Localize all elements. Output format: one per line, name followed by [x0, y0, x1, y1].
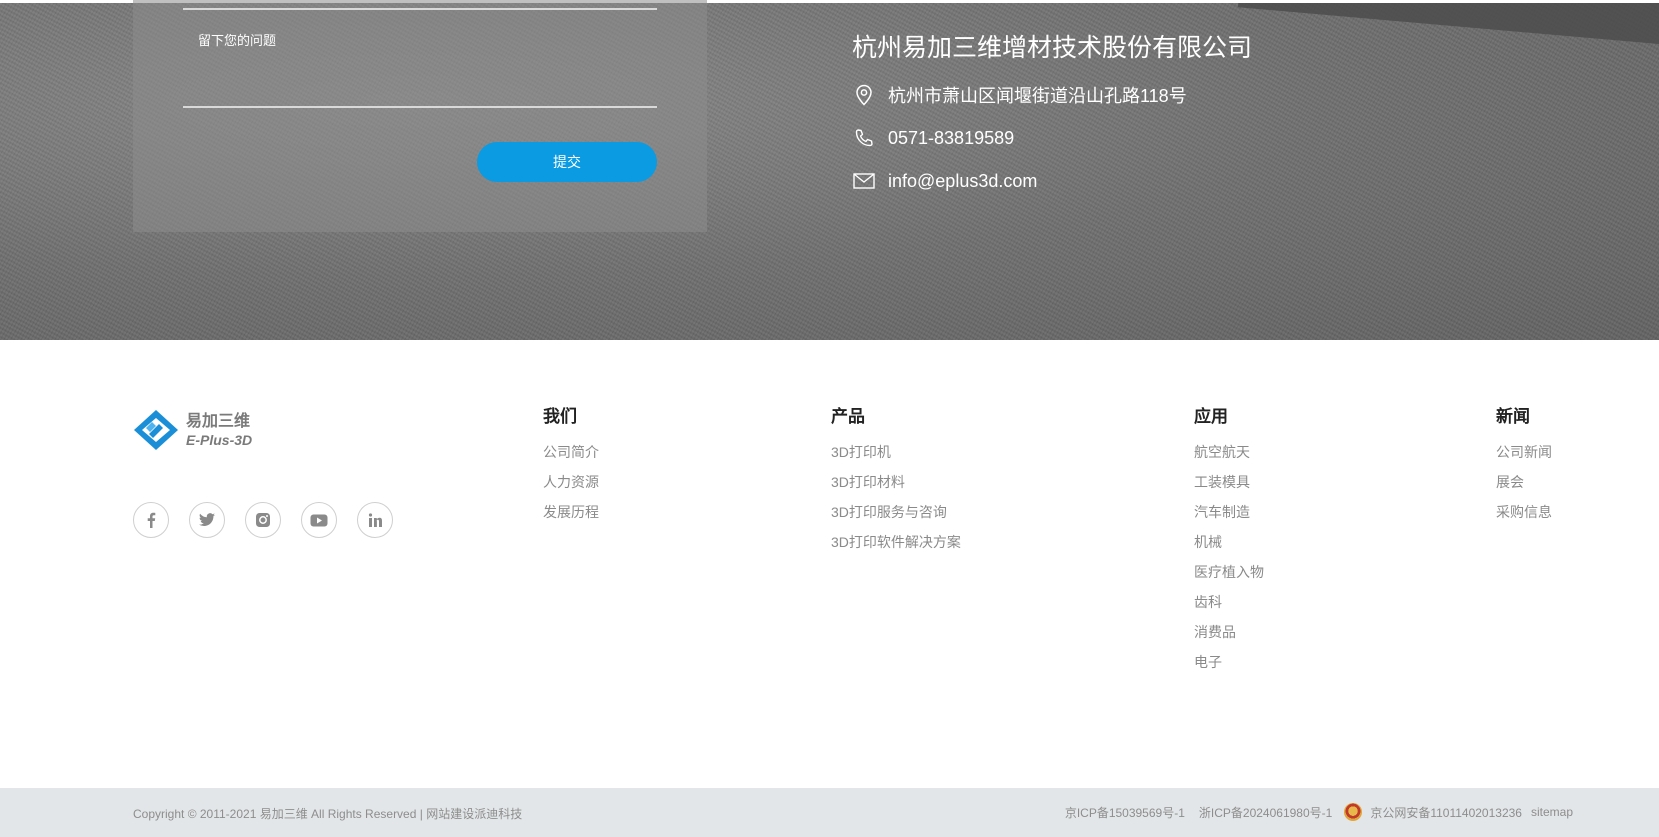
twitter-icon[interactable] [189, 502, 225, 538]
police-badge-icon [1344, 803, 1363, 821]
facebook-icon[interactable] [133, 502, 169, 538]
email-row: info@eplus3d.com [852, 169, 1037, 193]
logo-en: E-Plus-3D [186, 431, 253, 448]
copyright-text: Copyright © 2011-2021 易加三维 All Rights Re… [133, 807, 427, 821]
footer-link[interactable]: 人力资源 [543, 472, 599, 502]
footer-column-we: 我们 公司简介 人力资源 发展历程 [543, 402, 599, 532]
youtube-icon[interactable] [301, 502, 337, 538]
social-links [133, 502, 413, 538]
footer-column-applications: 应用 航空航天 工装模具 汽车制造 机械 医疗植入物 齿科 消费品 电子 [1194, 402, 1264, 682]
footer-column-news: 新闻 公司新闻 展会 采购信息 [1496, 402, 1552, 532]
logo[interactable]: 易加三维 E-Plus-3D [132, 408, 252, 452]
submit-button[interactable]: 提交 [477, 142, 657, 182]
sitemap-link[interactable]: sitemap [1531, 805, 1573, 819]
footer-link[interactable]: 电子 [1194, 652, 1264, 682]
column-title-products: 产品 [831, 407, 865, 426]
contact-section: 留下您的问题 提交 杭州易加三维增材技术股份有限公司 杭州市萧山区闻堰街道沿山孔… [0, 0, 1659, 340]
footer-link[interactable]: 机械 [1194, 532, 1264, 562]
previous-field-underline [183, 8, 657, 10]
footer-link[interactable]: 航空航天 [1194, 442, 1264, 472]
mail-icon [852, 169, 876, 193]
footer-link[interactable]: 3D打印软件解决方案 [831, 532, 961, 562]
footer-link[interactable]: 发展历程 [543, 502, 599, 532]
logo-mark-icon [134, 410, 178, 450]
footer-column-products: 产品 3D打印机 3D打印材料 3D打印服务与咨询 3D打印软件解决方案 [831, 402, 961, 562]
footer: 易加三维 E-Plus-3D 我们 公司简介 人力资源 发展历程 产品 3D打印… [0, 340, 1659, 788]
footer-link[interactable]: 3D打印服务与咨询 [831, 502, 961, 532]
icp-record-link-1[interactable]: 京ICP备15039569号-1 [1065, 804, 1185, 821]
column-title-we: 我们 [543, 407, 577, 426]
email-link[interactable]: info@eplus3d.com [888, 171, 1037, 192]
footer-link[interactable]: 医疗植入物 [1194, 562, 1264, 592]
footer-link[interactable]: 展会 [1496, 472, 1552, 502]
footer-link[interactable]: 采购信息 [1496, 502, 1552, 532]
footer-link[interactable]: 消费品 [1194, 622, 1264, 652]
footer-link[interactable]: 汽车制造 [1194, 502, 1264, 532]
footer-link[interactable]: 齿科 [1194, 592, 1264, 622]
bottom-bar: Copyright © 2011-2021 易加三维 All Rights Re… [0, 788, 1659, 837]
background-shadow [1237, 0, 1659, 53]
copyright: Copyright © 2011-2021 易加三维 All Rights Re… [133, 805, 522, 822]
footer-link[interactable]: 工装模具 [1194, 472, 1264, 502]
location-pin-icon [852, 83, 876, 107]
footer-link[interactable]: 公司新闻 [1496, 442, 1552, 472]
linkedin-icon[interactable] [357, 502, 393, 538]
phone-text: 0571-83819589 [888, 127, 1015, 148]
site-builder-link[interactable]: 网站建设派迪科技 [426, 807, 522, 821]
police-record-link[interactable]: 京公网安备11011402013236 [1370, 804, 1522, 821]
address-row: 杭州市萧山区闻堰街道沿山孔路118号 [852, 82, 1187, 108]
message-field-underline [183, 106, 657, 108]
column-title-applications: 应用 [1194, 407, 1228, 426]
address-text: 杭州市萧山区闻堰街道沿山孔路118号 [888, 86, 1187, 106]
footer-link[interactable]: 3D打印材料 [831, 472, 961, 502]
instagram-icon[interactable] [245, 502, 281, 538]
logo-cn: 易加三维 [186, 412, 251, 430]
company-name: 杭州易加三维增材技术股份有限公司 [852, 34, 1253, 62]
contact-form: 留下您的问题 提交 [133, 0, 707, 232]
message-field[interactable]: 留下您的问题 [198, 30, 276, 49]
record-links: 京ICP备15039569号-1 浙ICP备2024061980号-1 京公网安… [1051, 803, 1573, 821]
footer-link[interactable]: 3D打印机 [831, 442, 961, 472]
phone-row: 0571-83819589 [852, 126, 1014, 150]
icp-record-link-2[interactable]: 浙ICP备2024061980号-1 [1199, 804, 1332, 821]
column-title-news: 新闻 [1496, 407, 1530, 426]
phone-icon [852, 126, 876, 150]
footer-link[interactable]: 公司简介 [543, 442, 599, 472]
logo-text: 易加三维 E-Plus-3D [186, 412, 253, 448]
